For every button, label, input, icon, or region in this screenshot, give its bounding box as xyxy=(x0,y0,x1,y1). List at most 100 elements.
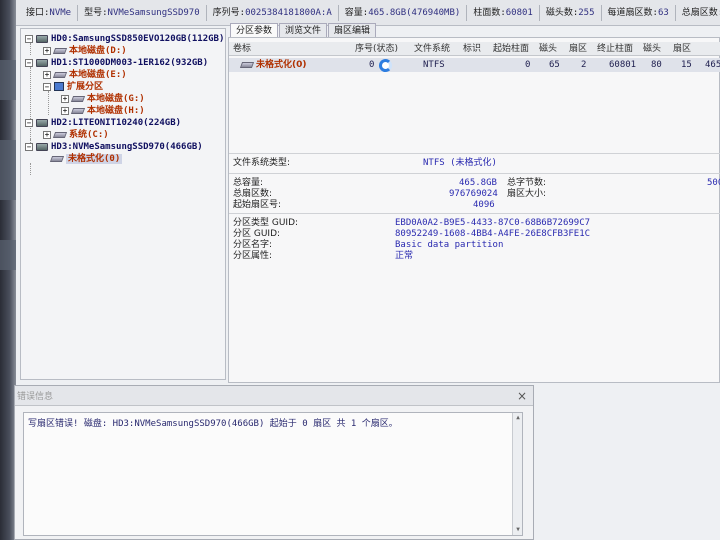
info-cell: 接口:NVMe xyxy=(20,4,79,21)
info-value: 465.8GB(476940MB) xyxy=(368,7,461,18)
row-start-cylinder: 0 xyxy=(525,60,531,70)
total-sectors-value: 976769024 xyxy=(449,189,498,199)
expander-icon[interactable]: + xyxy=(43,46,51,55)
error-dialog: 错误信息 × 写扇区错误! 磁盘: HD3:NVMeSamsungSSD970(… xyxy=(14,385,534,540)
tree-node-label: 未格式化(0) xyxy=(66,154,123,164)
tree-partition-node[interactable]: + 系统(C:) xyxy=(43,129,109,141)
total-bytes-value: 500 xyxy=(707,178,720,188)
tree-partition-node[interactable]: + 本地磁盘(H:) xyxy=(61,105,145,117)
disk-icon xyxy=(36,34,48,43)
extended-partition-icon xyxy=(54,82,64,91)
tree-partition-node[interactable]: + 本地磁盘(D:) xyxy=(43,45,127,57)
info-value: 63 xyxy=(657,7,669,18)
row-start-sector: 2 xyxy=(581,60,587,70)
error-message: 写扇区错误! 磁盘: HD3:NVMeSamsungSSD970(466GB) … xyxy=(28,419,398,429)
tab-partition-params[interactable]: 分区参数 xyxy=(230,23,279,37)
info-label: 每道扇区数: xyxy=(607,7,658,18)
tree-node-label: 系统(C:) xyxy=(69,130,109,140)
expander-icon[interactable]: − xyxy=(25,118,33,127)
error-scrollbar[interactable]: ▲ ▼ xyxy=(512,413,522,535)
info-label: 柱面数: xyxy=(473,7,506,18)
col-end-head[interactable]: 磁头 xyxy=(643,43,661,55)
info-label: 序列号: xyxy=(212,7,246,18)
error-dialog-titlebar[interactable]: 错误信息 × xyxy=(15,386,533,406)
info-cell: 每道扇区数:63 xyxy=(602,4,676,21)
tree-disk-node[interactable]: − HD2:LITEONIT10240(224GB) xyxy=(25,117,181,129)
info-cell: 磁头数:255 xyxy=(540,4,602,21)
tree-node-label: 本地磁盘(E:) xyxy=(69,70,127,80)
row-end-cylinder: 60801 xyxy=(609,60,637,70)
partition-attr-value: 正常 xyxy=(395,251,414,261)
expander-icon[interactable]: − xyxy=(43,82,51,91)
info-value: NVMe xyxy=(49,7,72,18)
info-label: 接口: xyxy=(26,7,50,18)
expander-icon[interactable]: + xyxy=(43,130,51,139)
tree-partition-node[interactable]: + 本地磁盘(E:) xyxy=(43,69,127,81)
total-bytes-label: 总字节数: xyxy=(507,178,547,188)
sector-size-label: 扇区大小: xyxy=(507,189,547,199)
col-end-cylinder[interactable]: 终止柱面 xyxy=(597,43,633,55)
info-label: 总扇区数: xyxy=(681,7,720,18)
error-message-box: 写扇区错误! 磁盘: HD3:NVMeSamsungSSD970(466GB) … xyxy=(23,412,523,536)
tab-sector-edit[interactable]: 扇区编辑 xyxy=(328,23,377,37)
info-value: 255 xyxy=(578,7,595,18)
partition-params-panel: 卷标 序号(状态) 文件系统 标识 起始柱面 磁头 扇区 终止柱面 磁头 扇区 … xyxy=(228,37,720,383)
total-sectors-label: 总扇区数: xyxy=(233,189,273,199)
partition-guid-label: 分区 GUID: xyxy=(233,229,281,239)
partition-icon xyxy=(49,155,65,162)
partition-name-label: 分区名字: xyxy=(233,240,273,250)
info-value: 60801 xyxy=(505,7,533,18)
tab-browse-files[interactable]: 浏览文件 xyxy=(279,23,328,37)
tree-node-label: HD3:NVMeSamsungSSD970(466GB) xyxy=(51,142,203,152)
error-dialog-title: 错误信息 xyxy=(17,392,54,402)
col-start-sector[interactable]: 扇区 xyxy=(569,43,587,55)
col-volume-label[interactable]: 卷标 xyxy=(233,43,251,55)
row-start-head: 65 xyxy=(549,60,560,70)
col-end-sector[interactable]: 扇区 xyxy=(673,43,691,55)
tree-node-label: 本地磁盘(G:) xyxy=(87,94,145,104)
row-extra: 465 xyxy=(705,60,720,70)
scroll-up-icon[interactable]: ▲ xyxy=(514,414,522,422)
expander-icon[interactable]: + xyxy=(61,94,69,103)
tree-partition-node[interactable]: + 本地磁盘(G:) xyxy=(61,93,145,105)
row-filesystem: NTFS xyxy=(423,60,445,70)
scroll-down-icon[interactable]: ▼ xyxy=(514,526,522,534)
row-volume-name: 未格式化(0) xyxy=(239,59,307,71)
table-row[interactable]: 未格式化(0) 0 NTFS 0 65 2 60801 80 15 465 xyxy=(229,58,720,72)
fs-type-label: 文件系统类型: xyxy=(233,158,291,168)
col-start-head[interactable]: 磁头 xyxy=(539,43,557,55)
busy-spinner-icon xyxy=(379,59,392,72)
info-cell: 总扇区数:976773168 xyxy=(676,5,720,21)
info-cell: 序列号:0025384181800A:A xyxy=(207,4,339,21)
partition-icon xyxy=(52,71,68,78)
disk-icon xyxy=(36,58,48,67)
close-icon[interactable]: × xyxy=(517,389,527,403)
expander-icon[interactable]: − xyxy=(25,142,33,151)
partition-icon xyxy=(70,95,86,102)
disk-tree: − HD0:SamsungSSD850EVO120GB(112GB) + 本地磁盘(D… xyxy=(20,28,226,380)
total-capacity-value: 465.8GB xyxy=(459,178,497,188)
expander-icon[interactable]: − xyxy=(25,34,33,43)
tree-extended-node[interactable]: − 扩展分区 xyxy=(43,81,103,93)
tree-disk-node[interactable]: − HD0:SamsungSSD850EVO120GB(112GB) xyxy=(25,33,224,45)
col-filesystem[interactable]: 文件系统 xyxy=(414,43,450,55)
col-index-status[interactable]: 序号(状态) xyxy=(355,43,398,55)
row-end-sector: 15 xyxy=(681,60,692,70)
partition-guid-value: 80952249-1608-4BB4-A4FE-26E8CFB3FE1C xyxy=(395,229,591,239)
col-id[interactable]: 标识 xyxy=(463,43,481,55)
fs-type-value: NTFS (未格式化) xyxy=(423,158,497,168)
tree-node-label: HD2:LITEONIT10240(224GB) xyxy=(51,118,182,128)
partition-icon xyxy=(239,61,255,68)
row-end-head: 80 xyxy=(651,60,662,70)
info-value: NVMeSamsungSSD970 xyxy=(107,7,200,18)
expander-icon[interactable]: + xyxy=(43,70,51,79)
tree-disk-node[interactable]: − HD1:ST1000DM003-1ER162(932GB) xyxy=(25,57,208,69)
tree-partition-node[interactable]: 未格式化(0) xyxy=(49,153,123,165)
tree-disk-node[interactable]: − HD3:NVMeSamsungSSD970(466GB) xyxy=(25,141,203,153)
col-start-cylinder[interactable]: 起始柱面 xyxy=(493,43,529,55)
total-capacity-label: 总容量: xyxy=(233,178,264,188)
info-label: 型号: xyxy=(84,7,108,18)
disk-icon xyxy=(36,142,48,151)
expander-icon[interactable]: − xyxy=(25,58,33,67)
expander-icon[interactable]: + xyxy=(61,106,69,115)
